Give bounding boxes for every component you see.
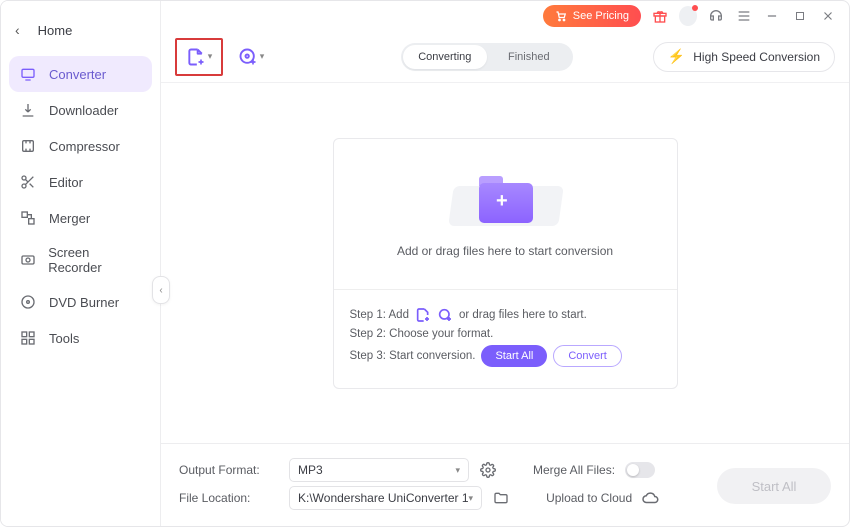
grid-icon: [19, 329, 37, 347]
settings-icon[interactable]: [479, 461, 497, 479]
steps-panel: Step 1: Add or drag files here to start.…: [334, 289, 677, 388]
chevron-down-icon: ▾: [469, 493, 474, 504]
high-speed-button[interactable]: ⚡ High Speed Conversion: [653, 42, 835, 72]
folder-plus-icon: +: [465, 170, 545, 226]
upload-cloud-label: Upload to Cloud: [546, 491, 632, 505]
back-label: Home: [38, 23, 73, 38]
chevron-left-icon: ‹: [15, 22, 20, 38]
file-location-label: File Location:: [179, 491, 279, 505]
support-icon[interactable]: [707, 7, 725, 25]
add-dvd-icon: [437, 307, 453, 323]
sidebar-item-compressor[interactable]: Compressor: [9, 128, 152, 164]
camera-icon: [19, 251, 36, 269]
footer: Output Format: MP3 ▾ Merge All Files: Fi…: [161, 443, 849, 526]
add-file-icon: [186, 47, 206, 67]
step-2: Step 2: Choose your format.: [350, 328, 661, 340]
add-file-button[interactable]: ▾: [175, 38, 223, 76]
sidebar-item-merger[interactable]: Merger: [9, 200, 152, 236]
step2-text: Step 2: Choose your format.: [350, 328, 494, 340]
cart-icon: [555, 10, 567, 22]
drop-card: + Add or drag files here to start conver…: [333, 138, 678, 389]
account-icon[interactable]: [679, 7, 697, 25]
start-all-button: Start All: [717, 468, 831, 504]
converter-icon: [19, 65, 37, 83]
scissors-icon: [19, 173, 37, 191]
merge-toggle[interactable]: [625, 462, 655, 478]
sidebar-item-label: Tools: [49, 331, 79, 346]
output-format-select[interactable]: MP3 ▾: [289, 458, 469, 482]
titlebar: See Pricing: [161, 1, 849, 31]
main-panel: See Pricing: [161, 1, 849, 526]
sidebar-item-tools[interactable]: Tools: [9, 320, 152, 356]
sidebar-item-label: Converter: [49, 67, 106, 82]
step-3: Step 3: Start conversion. Start All Conv…: [350, 345, 661, 367]
sidebar-item-downloader[interactable]: Downloader: [9, 92, 152, 128]
close-button[interactable]: [819, 7, 837, 25]
file-location-value: K:\Wondershare UniConverter 1: [298, 491, 469, 505]
merge-label: Merge All Files:: [533, 463, 615, 477]
chevron-down-icon: ▾: [260, 51, 265, 62]
step-1: Step 1: Add or drag files here to start.: [350, 307, 661, 323]
tab-finished[interactable]: Finished: [487, 45, 571, 69]
merge-icon: [19, 209, 37, 227]
toolbar: ▾ ▾ Converting Finished ⚡ High Speed Con…: [161, 31, 849, 83]
add-file-icon: [415, 307, 431, 323]
sidebar-item-screen-recorder[interactable]: Screen Recorder: [9, 236, 152, 284]
disc-icon: [19, 293, 37, 311]
step3-text: Step 3: Start conversion.: [350, 350, 476, 362]
status-tabs: Converting Finished: [401, 43, 573, 71]
sidebar-item-label: Editor: [49, 175, 83, 190]
output-format-value: MP3: [298, 463, 323, 477]
hs-label: High Speed Conversion: [693, 50, 820, 64]
file-location-select[interactable]: K:\Wondershare UniConverter 1 ▾: [289, 486, 482, 510]
start-all-pill[interactable]: Start All: [481, 345, 547, 367]
content-area: + Add or drag files here to start conver…: [161, 83, 849, 443]
add-url-button[interactable]: ▾: [233, 39, 269, 75]
tab-converting[interactable]: Converting: [403, 45, 487, 69]
step1-suffix: or drag files here to start.: [459, 309, 587, 321]
sidebar-item-converter[interactable]: Converter: [9, 56, 152, 92]
sidebar-item-label: Compressor: [49, 139, 120, 154]
back-home-button[interactable]: ‹ Home: [9, 16, 152, 56]
download-icon: [19, 101, 37, 119]
drop-zone-text: Add or drag files here to start conversi…: [397, 244, 613, 258]
pricing-label: See Pricing: [573, 10, 629, 22]
gift-icon[interactable]: [651, 7, 669, 25]
output-format-label: Output Format:: [179, 463, 279, 477]
sidebar: ‹ Home Converter Downloader Compressor: [1, 1, 161, 526]
drop-zone[interactable]: + Add or drag files here to start conver…: [334, 139, 677, 289]
convert-pill[interactable]: Convert: [553, 345, 622, 367]
sidebar-item-label: Screen Recorder: [48, 245, 142, 275]
pricing-button[interactable]: See Pricing: [543, 5, 641, 27]
chevron-down-icon: ▾: [208, 51, 213, 62]
sidebar-item-editor[interactable]: Editor: [9, 164, 152, 200]
compress-icon: [19, 137, 37, 155]
sidebar-item-label: Merger: [49, 211, 90, 226]
sidebar-item-dvd-burner[interactable]: DVD Burner: [9, 284, 152, 320]
chevron-down-icon: ▾: [455, 465, 460, 476]
sidebar-item-label: Downloader: [49, 103, 118, 118]
collapse-sidebar-button[interactable]: ‹: [152, 276, 170, 304]
cloud-icon[interactable]: [642, 489, 660, 507]
minimize-button[interactable]: [763, 7, 781, 25]
maximize-button[interactable]: [791, 7, 809, 25]
open-folder-icon[interactable]: [492, 489, 510, 507]
add-dvd-icon: [238, 47, 258, 67]
sidebar-item-label: DVD Burner: [49, 295, 119, 310]
step1-prefix: Step 1: Add: [350, 309, 409, 321]
menu-icon[interactable]: [735, 7, 753, 25]
bolt-icon: ⚡: [668, 48, 685, 65]
